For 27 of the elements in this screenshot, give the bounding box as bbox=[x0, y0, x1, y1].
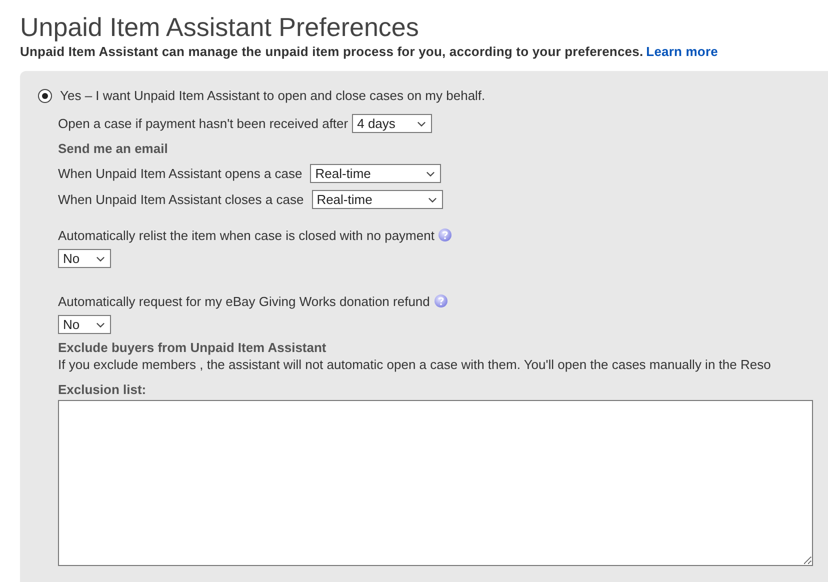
field-label: Open a case if payment hasn't been received after bbox=[58, 116, 348, 131]
setting-label: Automatically request for my eBay Giving Works donation refund bbox=[58, 294, 430, 308]
field-label: When Unpaid Item Assistant closes a case bbox=[58, 192, 304, 207]
section-heading: Exclude buyers from Unpaid Item Assistant bbox=[58, 339, 328, 357]
chevron-icon bbox=[428, 196, 437, 202]
help-icon[interactable] bbox=[438, 228, 452, 242]
chevron-icon bbox=[96, 322, 105, 328]
option-label: Yes – I want Unpaid Item Assistant to open and close cases on my behalf. bbox=[60, 88, 486, 103]
section-heading: Send me an email bbox=[58, 140, 169, 158]
frequency-dropdown[interactable]: Real-time bbox=[310, 164, 442, 183]
radio-button[interactable] bbox=[38, 88, 52, 102]
yes-no-dropdown[interactable]: No bbox=[58, 249, 111, 268]
chevron-icon bbox=[417, 120, 426, 126]
page-title: Unpaid Item Assistant Preferences bbox=[19, 11, 420, 42]
frequency-dropdown[interactable]: Real-time bbox=[312, 190, 443, 209]
learn-more-link[interactable]: Learn more bbox=[646, 44, 718, 59]
section-heading: Exclusion list: bbox=[58, 381, 148, 399]
yes-no-dropdown[interactable]: No bbox=[58, 315, 111, 334]
subtitle: Unpaid Item Assistant can manage the unpaid item process for you, according to your preferences. bbox=[20, 44, 644, 59]
days-dropdown[interactable]: 4 days bbox=[352, 114, 432, 133]
help-icon[interactable] bbox=[434, 294, 448, 308]
chevron-icon bbox=[96, 256, 105, 262]
exclusion-list-field[interactable] bbox=[58, 400, 813, 566]
exclude-description: If you exclude members , the assistant will not automatic open a case with them. You'll open the cases manually in the Reso bbox=[58, 357, 772, 372]
chevron-icon bbox=[426, 170, 436, 176]
field-label: When Unpaid Item Assistant opens a case bbox=[58, 166, 302, 181]
setting-label: Automatically relist the item when case is closed with no payment bbox=[58, 228, 434, 242]
